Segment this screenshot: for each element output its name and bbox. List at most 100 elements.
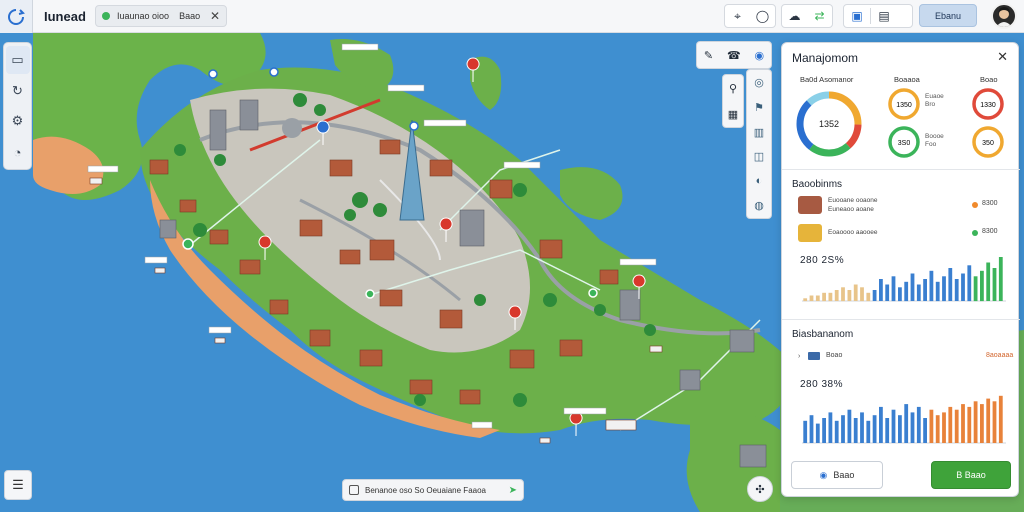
- ring-value-2: 1330: [980, 102, 996, 109]
- chart-bar: [872, 290, 877, 301]
- section2-title: Biasbananom: [792, 329, 854, 340]
- cube-icon[interactable]: ▦: [728, 108, 738, 121]
- legend-row[interactable]: Eoaoooo aaooee 8300: [798, 224, 1008, 244]
- chart-bar: [935, 415, 940, 443]
- ring-title-1: Boaaoa: [894, 75, 920, 84]
- avatar[interactable]: [991, 3, 1017, 29]
- panel-divider: [782, 319, 1020, 320]
- chart-bar: [853, 418, 858, 443]
- section2-row[interactable]: › Boao 8aoaaaa: [798, 349, 1013, 365]
- apply-button[interactable]: B Baao: [931, 461, 1011, 489]
- legend-sub: Euneaoo aoane: [828, 206, 874, 213]
- chart-bar: [847, 409, 852, 443]
- close-icon[interactable]: ✕: [210, 9, 220, 23]
- chart-bar: [898, 287, 902, 302]
- ring-value-1: 1350: [896, 102, 912, 109]
- chart-bar: [866, 420, 871, 443]
- globe-icon[interactable]: ◉: [754, 49, 764, 62]
- chart-bar: [803, 420, 808, 443]
- chart-bar: [860, 412, 864, 443]
- stat-ring-4: 350: [972, 126, 1004, 158]
- bus-icon[interactable]: ▥: [754, 126, 764, 139]
- chart-bar: [929, 409, 934, 443]
- chart-bar: [853, 284, 858, 301]
- status-chip[interactable]: Benanoe oso So Oeuaiane Faaoa ➤: [342, 479, 524, 501]
- management-panel: Manajomom ✕ Ba0d Asomanor 1352 Boaaoa Bo…: [781, 42, 1020, 497]
- chart-bar: [916, 284, 921, 301]
- chart-bar: [891, 276, 896, 302]
- refresh-circle-icon: [8, 8, 25, 25]
- chart-bar: [980, 404, 984, 443]
- chart-bar: [815, 423, 820, 443]
- overview-donut: 1352: [796, 91, 862, 157]
- chart-bar: [866, 292, 871, 302]
- stat-ring-3: 3S0: [888, 126, 920, 158]
- legend-dot: [972, 230, 978, 236]
- chart-bar: [834, 420, 839, 443]
- flag-icon[interactable]: ⚑: [754, 101, 764, 114]
- panel-icon[interactable]: ▤: [871, 5, 897, 27]
- chart-bar: [986, 262, 991, 301]
- chart-bar: [872, 415, 877, 443]
- weather-icon[interactable]: ☁: [782, 5, 807, 27]
- chart-bar: [879, 406, 883, 443]
- transfer-icon[interactable]: ⇄: [807, 5, 832, 27]
- row-value: 8aoaaaa: [986, 352, 1014, 359]
- pin-icon[interactable]: ⚲: [729, 82, 737, 95]
- arrow-right-icon[interactable]: ➤: [509, 485, 517, 496]
- chart-bar: [967, 265, 972, 302]
- panel-title: Manajomom: [792, 51, 859, 65]
- status-dot: [102, 12, 110, 20]
- chart-bar: [885, 284, 890, 301]
- ring-value-3: 3S0: [898, 140, 911, 147]
- speed-icon[interactable]: ◐: [756, 175, 763, 187]
- chart-bar: [803, 298, 808, 302]
- chart-bar: [879, 279, 883, 301]
- left-toolbar: ▭ ↻ ⚙ ◔: [3, 42, 32, 170]
- legend-name: Euooane ooaone: [828, 197, 878, 204]
- layers-icon[interactable]: ◫: [754, 150, 764, 163]
- phone-icon[interactable]: ☎: [727, 49, 741, 62]
- menu-button[interactable]: ☰: [4, 470, 32, 500]
- time-icon[interactable]: ◔: [6, 138, 30, 166]
- toolbar-group-2: ☁ ⇄: [781, 4, 833, 28]
- map-icon[interactable]: ▭: [5, 46, 30, 74]
- photo-icon[interactable]: ▣: [844, 5, 870, 27]
- settings-icon[interactable]: ⚙: [6, 108, 30, 136]
- legend-thumbnail: [798, 224, 822, 242]
- pencil-icon[interactable]: ✎: [704, 49, 713, 62]
- chart-bar: [948, 268, 953, 301]
- chart-bar: [904, 404, 909, 443]
- chart-bar: [992, 268, 997, 301]
- chart-bar: [942, 412, 946, 443]
- legend-dot: [972, 202, 978, 208]
- chart-bar: [828, 412, 833, 443]
- eye-icon[interactable]: ◍: [754, 199, 764, 212]
- close-icon[interactable]: ✕: [997, 49, 1008, 65]
- share-button[interactable]: Ebanu: [919, 4, 977, 27]
- chart-bar: [961, 273, 965, 301]
- legend-name: Eoaoooo aaooee: [828, 229, 878, 236]
- chart-bar: [910, 412, 915, 443]
- chart-bar: [822, 292, 826, 302]
- compass-button[interactable]: ✣: [747, 476, 773, 502]
- ring-side-3a: Boooe: [925, 133, 944, 140]
- right-toolbar-top: ✎ ☎ ◉: [696, 41, 772, 69]
- app-logo[interactable]: [0, 0, 33, 33]
- search-chip-text2: Baao: [179, 11, 201, 21]
- globe-icon[interactable]: ◎: [754, 76, 764, 89]
- chart-bar: [923, 279, 927, 301]
- circle-icon[interactable]: ◯: [750, 5, 775, 27]
- chart-bar: [828, 292, 833, 302]
- compass-icon: ✣: [755, 483, 765, 496]
- legend-row[interactable]: Euooane ooaone Euneaoo aoane 8300: [798, 196, 1008, 216]
- location-icon[interactable]: ⌖: [725, 5, 750, 27]
- reset-button[interactable]: ◉ Baao: [791, 461, 883, 489]
- search-chip[interactable]: Iuaunao oioo Baao ✕: [95, 5, 227, 27]
- panel-divider: [782, 169, 1020, 170]
- row-text: Boao: [826, 352, 843, 359]
- chart-bar: [980, 270, 984, 302]
- route-icon[interactable]: ↻: [6, 77, 30, 105]
- ring-side-3b: Foo: [925, 141, 937, 148]
- chart-bar: [948, 406, 953, 443]
